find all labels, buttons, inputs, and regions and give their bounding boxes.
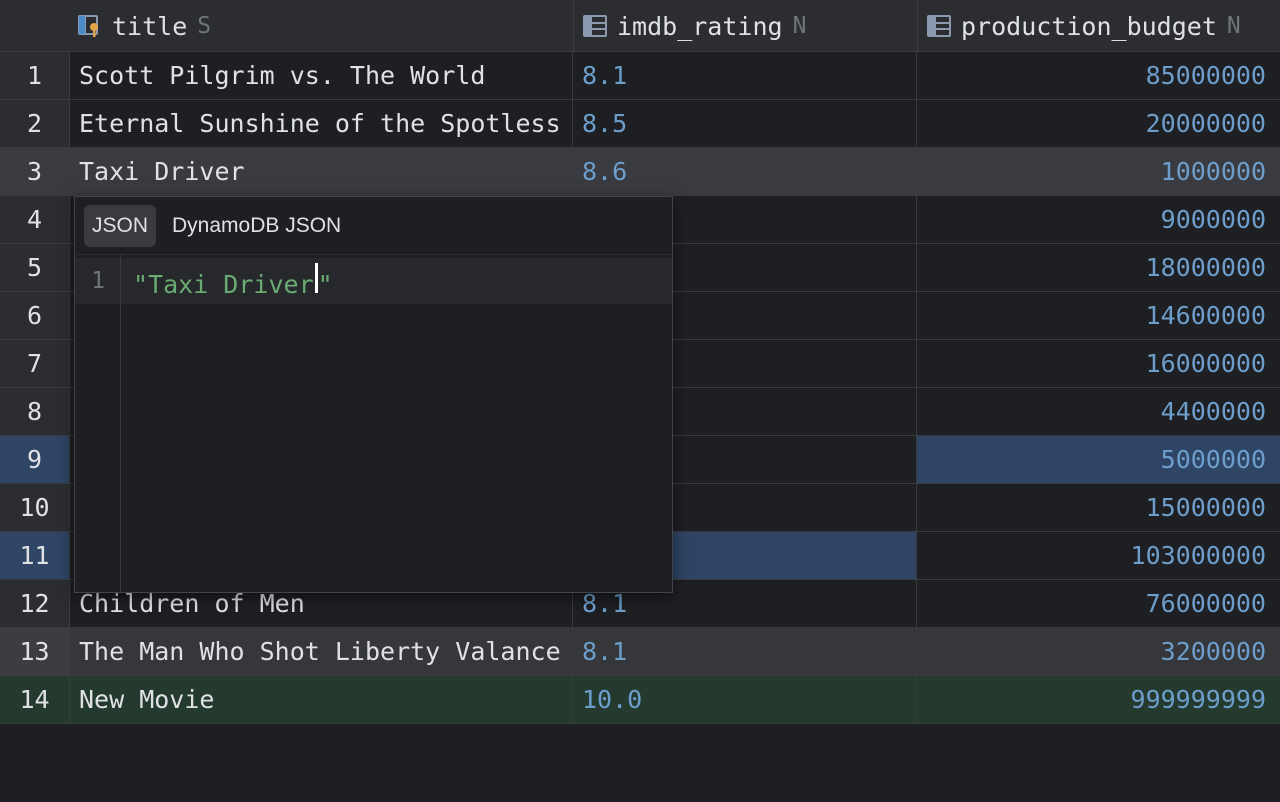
table-row[interactable]: 2 Eternal Sunshine of the Spotless Mind … bbox=[0, 100, 1280, 148]
production-budget-cell[interactable]: 20000000 bbox=[917, 100, 1280, 147]
table-row[interactable]: 1 Scott Pilgrim vs. The World 8.1 850000… bbox=[0, 52, 1280, 100]
column-imdb-rating-name: imdb_rating bbox=[617, 11, 783, 41]
production-budget-cell[interactable]: 76000000 bbox=[917, 580, 1280, 627]
table-row[interactable]: 3 Taxi Driver 8.6 1000000 bbox=[0, 148, 1280, 196]
line-number: 1 bbox=[91, 268, 105, 294]
production-budget-cell[interactable]: 9000000 bbox=[917, 196, 1280, 243]
row-number[interactable]: 9 bbox=[0, 436, 70, 483]
table-header: title S imdb_rating N production_budget … bbox=[0, 0, 1280, 52]
code-text[interactable]: "Taxi Driver " bbox=[133, 263, 333, 299]
production-budget-cell[interactable]: 999999999 bbox=[917, 676, 1280, 723]
table-row[interactable]: 14 New Movie 10.0 999999999 bbox=[0, 676, 1280, 724]
production-budget-cell[interactable]: 103000000 bbox=[917, 532, 1280, 579]
title-cell[interactable]: New Movie bbox=[70, 676, 573, 723]
row-number[interactable]: 2 bbox=[0, 100, 70, 147]
row-number[interactable]: 6 bbox=[0, 292, 70, 339]
title-cell[interactable]: Scott Pilgrim vs. The World bbox=[70, 52, 573, 99]
production-budget-cell[interactable]: 15000000 bbox=[917, 484, 1280, 531]
imdb-rating-cell[interactable]: 8.1 bbox=[573, 52, 917, 99]
column-icon bbox=[583, 14, 607, 38]
row-number[interactable]: 14 bbox=[0, 676, 70, 723]
column-production-budget-name: production_budget bbox=[961, 11, 1217, 41]
tab-json[interactable]: JSON bbox=[84, 204, 157, 247]
row-number[interactable]: 8 bbox=[0, 388, 70, 435]
column-imdb-rating-type: N bbox=[792, 13, 807, 39]
key-column-icon bbox=[78, 14, 102, 38]
row-number[interactable]: 11 bbox=[0, 532, 70, 579]
production-budget-cell[interactable]: 85000000 bbox=[917, 52, 1280, 99]
code-line[interactable]: "Taxi Driver " bbox=[133, 258, 333, 304]
imdb-rating-cell[interactable]: 8.1 bbox=[573, 628, 917, 675]
column-production-budget-type: N bbox=[1226, 13, 1241, 39]
column-header-title[interactable]: title S bbox=[78, 0, 211, 52]
production-budget-cell[interactable]: 5000000 bbox=[917, 436, 1280, 483]
column-icon bbox=[927, 14, 951, 38]
imdb-rating-cell[interactable]: 10.0 bbox=[573, 676, 917, 723]
column-divider[interactable] bbox=[573, 0, 574, 52]
production-budget-cell[interactable]: 14600000 bbox=[917, 292, 1280, 339]
row-number[interactable]: 1 bbox=[0, 52, 70, 99]
row-number[interactable]: 3 bbox=[0, 148, 70, 195]
code-editor[interactable]: 1 "Taxi Driver " bbox=[75, 255, 672, 592]
production-budget-cell[interactable]: 1000000 bbox=[917, 148, 1280, 195]
production-budget-cell[interactable]: 16000000 bbox=[917, 340, 1280, 387]
line-gutter bbox=[75, 255, 121, 592]
table-row[interactable]: 13 The Man Who Shot Liberty Valance 8.1 … bbox=[0, 628, 1280, 676]
row-number[interactable]: 13 bbox=[0, 628, 70, 675]
column-title-name: title bbox=[112, 11, 188, 41]
row-number[interactable]: 10 bbox=[0, 484, 70, 531]
row-number[interactable]: 7 bbox=[0, 340, 70, 387]
tab-dynamodb-json[interactable]: DynamoDB JSON bbox=[164, 205, 349, 247]
title-cell[interactable]: Taxi Driver bbox=[70, 148, 573, 195]
production-budget-cell[interactable]: 3200000 bbox=[917, 628, 1280, 675]
row-number[interactable]: 5 bbox=[0, 244, 70, 291]
row-number[interactable]: 12 bbox=[0, 580, 70, 627]
column-title-type: S bbox=[197, 13, 212, 39]
imdb-rating-cell[interactable]: 8.6 bbox=[573, 148, 917, 195]
production-budget-cell[interactable]: 18000000 bbox=[917, 244, 1280, 291]
title-cell[interactable]: Eternal Sunshine of the Spotless Mind bbox=[70, 100, 573, 147]
production-budget-cell[interactable]: 4400000 bbox=[917, 388, 1280, 435]
value-editor-popup[interactable]: JSON DynamoDB JSON 1 "Taxi Driver " bbox=[74, 196, 673, 593]
column-header-imdb-rating[interactable]: imdb_rating N bbox=[583, 0, 806, 52]
column-divider[interactable] bbox=[917, 0, 918, 52]
title-cell[interactable]: The Man Who Shot Liberty Valance bbox=[70, 628, 573, 675]
imdb-rating-cell[interactable]: 8.5 bbox=[573, 100, 917, 147]
row-number[interactable]: 4 bbox=[0, 196, 70, 243]
format-tabs: JSON DynamoDB JSON bbox=[75, 197, 672, 255]
column-header-production-budget[interactable]: production_budget N bbox=[927, 0, 1241, 52]
